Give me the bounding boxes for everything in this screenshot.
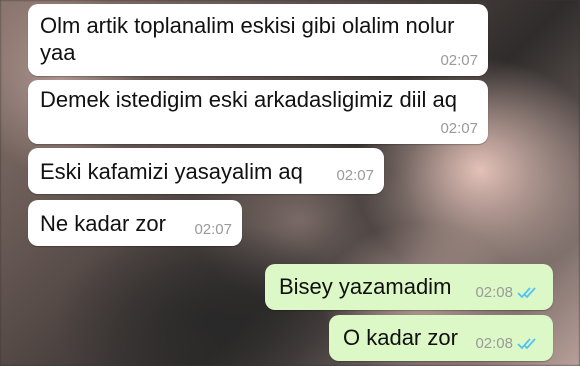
message-timestamp: 02:08	[475, 335, 513, 352]
message-text-line: yaa	[40, 40, 76, 65]
outgoing-message[interactable]: O kadar zor 02:08	[329, 315, 553, 361]
outgoing-message[interactable]: Bisey yazamadim 02:08	[265, 264, 553, 310]
incoming-message[interactable]: Demek istedigim eski arkadasligimiz diil…	[28, 80, 488, 144]
message-timestamp: 02:07	[336, 167, 374, 184]
incoming-message[interactable]: Olm artik toplanalim eskisi gibi olalim …	[28, 4, 488, 76]
message-text-line: Eski kafamizi yasayalim aq	[40, 159, 303, 184]
incoming-message[interactable]: Eski kafamizi yasayalim aq 02:07	[28, 148, 384, 194]
message-timestamp: 02:07	[440, 52, 478, 69]
read-double-check-icon	[517, 338, 536, 350]
message-timestamp: 02:07	[440, 120, 478, 137]
read-double-check-icon	[517, 287, 536, 299]
incoming-message[interactable]: Ne kadar zor 02:07	[28, 200, 242, 246]
message-text-line: O kadar zor	[343, 325, 458, 350]
message-text-line: Bisey yazamadim	[279, 274, 452, 299]
message-timestamp: 02:08	[475, 284, 513, 301]
message-text-line: Ne kadar zor	[40, 211, 166, 236]
message-text-line: Demek istedigim eski arkadasligimiz diil…	[40, 87, 457, 112]
message-text-line: Olm artik toplanalim eskisi gibi olalim …	[40, 13, 455, 38]
message-timestamp: 02:07	[194, 221, 232, 238]
